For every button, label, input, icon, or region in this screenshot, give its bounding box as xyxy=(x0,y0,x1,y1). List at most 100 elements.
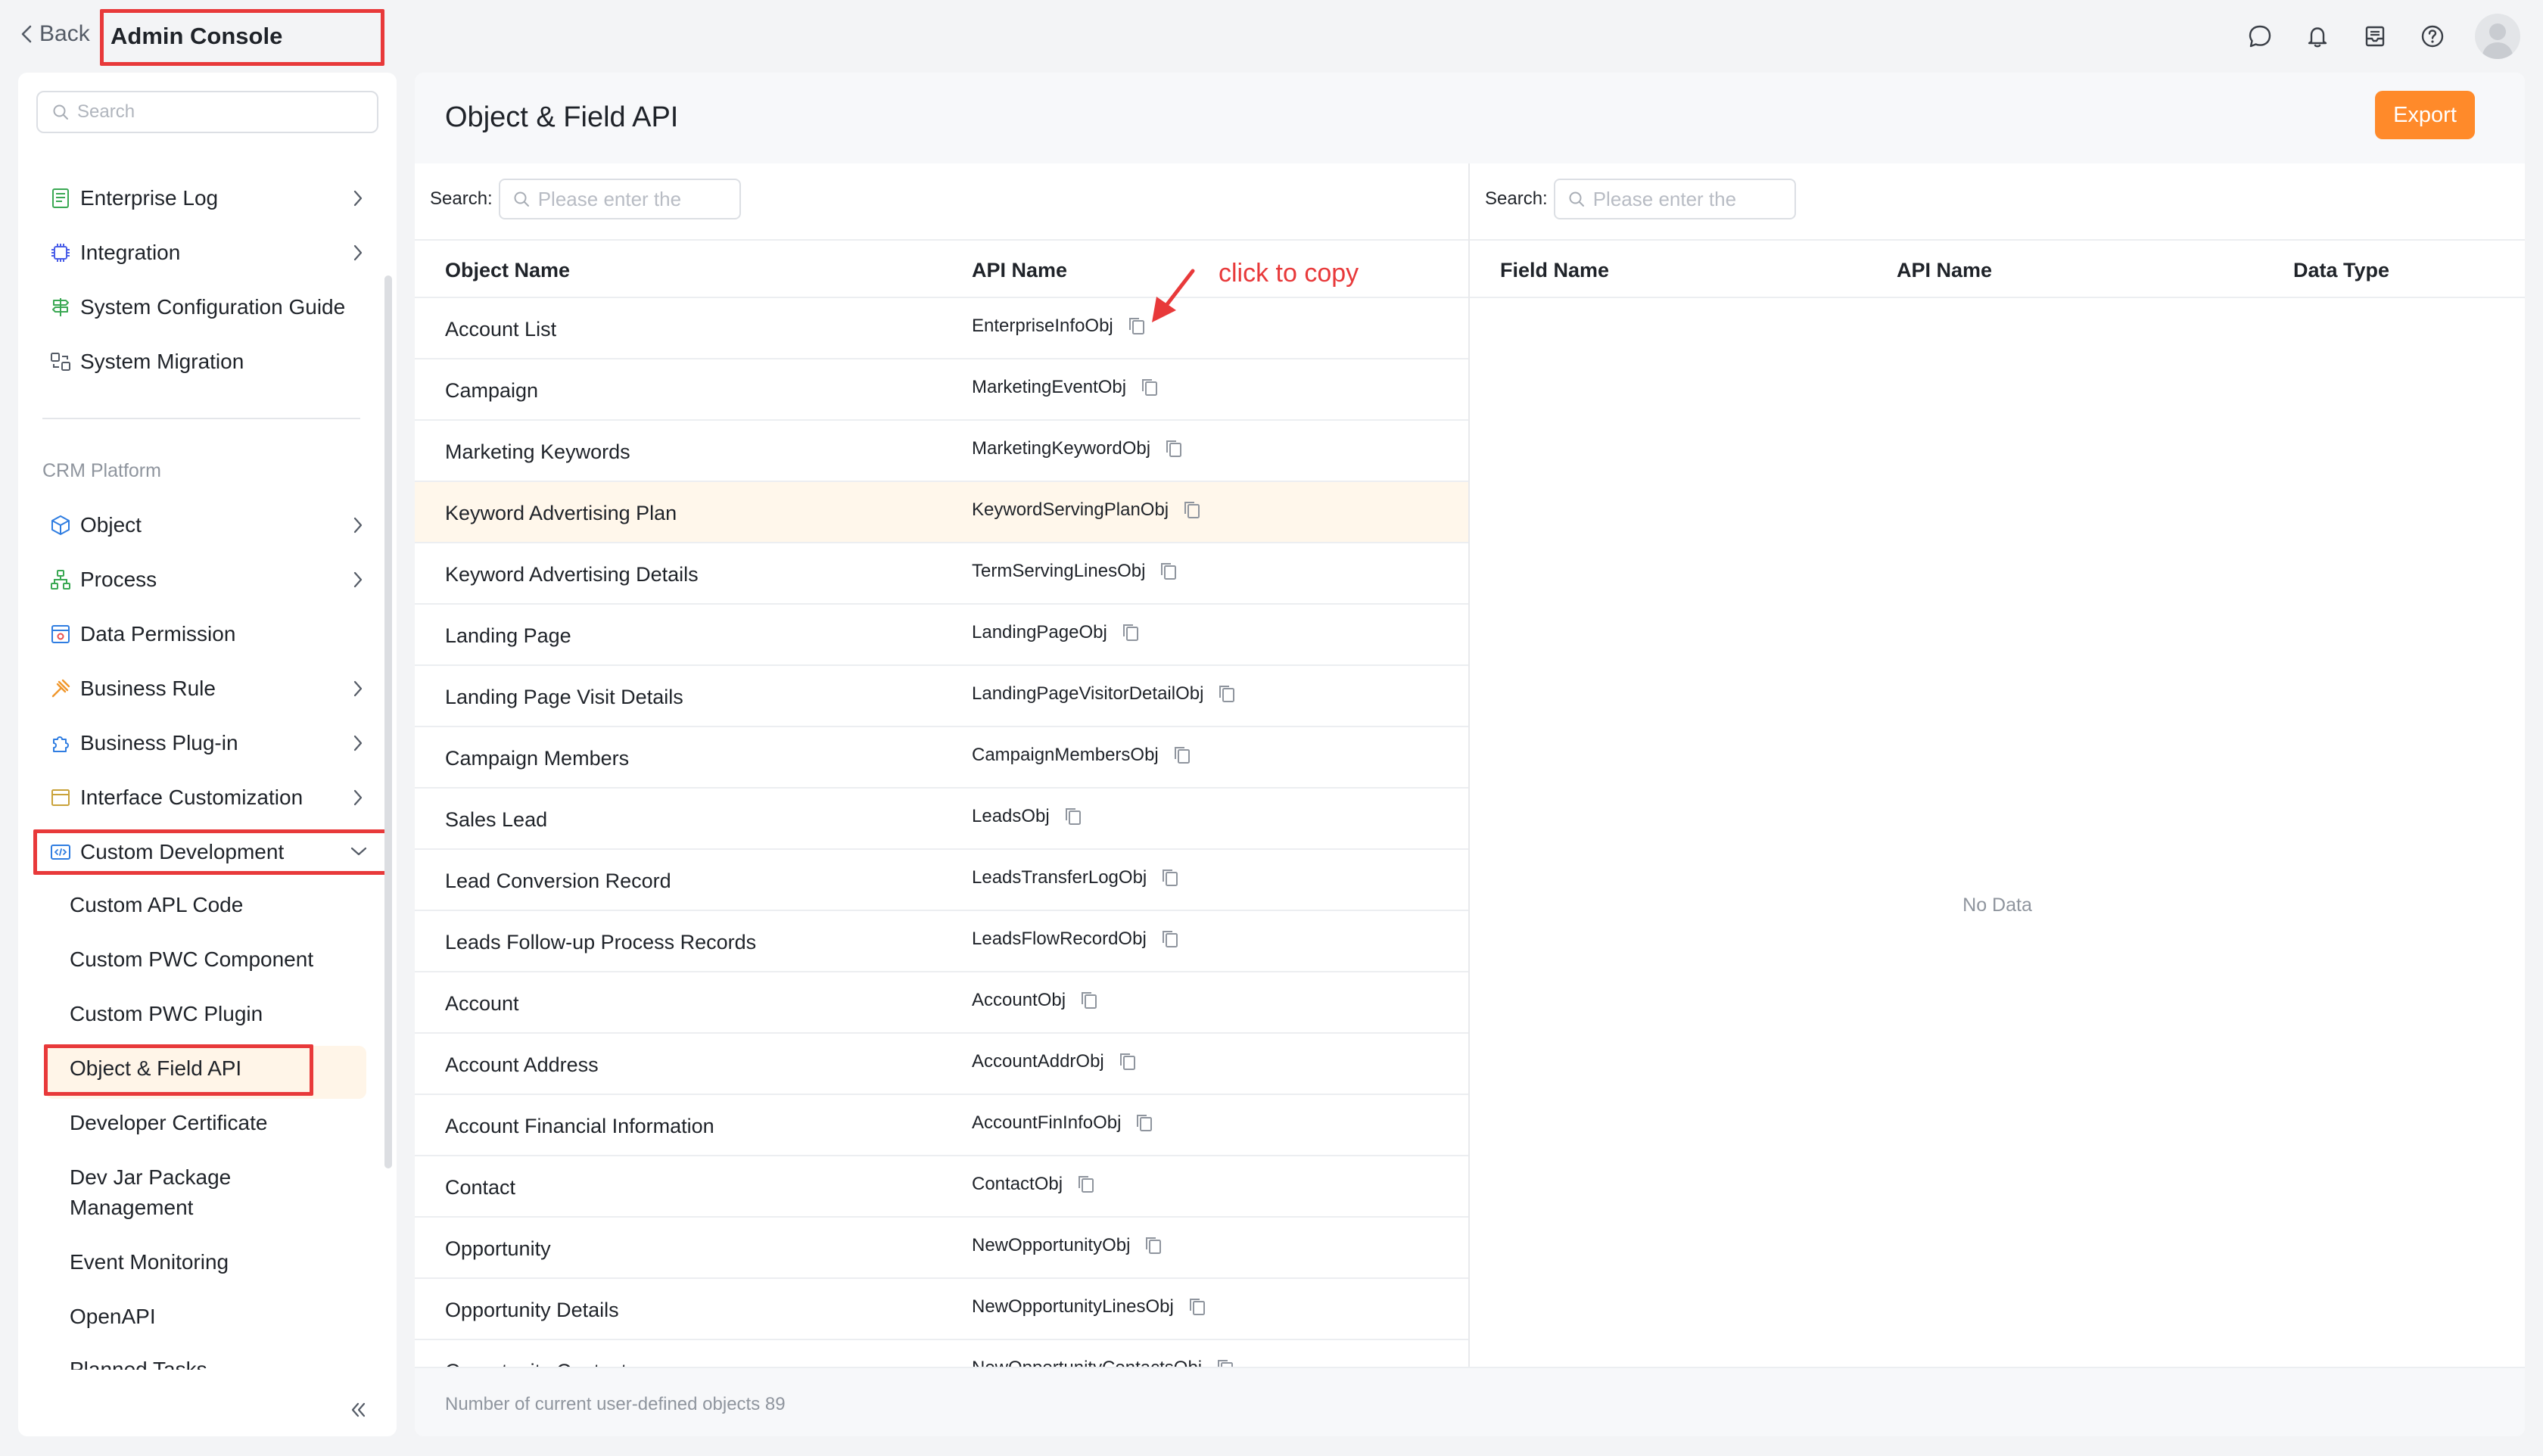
object-name-cell: Account Address xyxy=(445,1053,599,1076)
api-name-cell: LeadsTransferLogObj xyxy=(972,866,1181,889)
bell-icon[interactable] xyxy=(2302,21,2333,51)
collapse-sidebar-icon[interactable] xyxy=(347,1398,369,1421)
user-avatar[interactable] xyxy=(2475,14,2520,59)
table-row[interactable]: Leads Follow-up Process Records LeadsFlow… xyxy=(415,911,1468,972)
sidebar-item-label: Business Rule xyxy=(80,677,216,700)
copy-icon[interactable] xyxy=(1119,621,1142,644)
object-name-cell: Marketing Keywords xyxy=(445,440,630,463)
sub-item-planned-tasks[interactable]: Planned Tasks xyxy=(70,1355,357,1370)
copy-icon[interactable] xyxy=(1138,376,1161,399)
help-icon[interactable] xyxy=(2417,21,2448,51)
table-row[interactable]: Opportunity NewOpportunityObj xyxy=(415,1218,1468,1279)
table-row[interactable]: Campaign Members CampaignMembersObj xyxy=(415,727,1468,789)
copy-icon[interactable] xyxy=(1171,744,1194,767)
object-search-input[interactable]: Please enter the xyxy=(498,179,741,219)
main-panel: Object & Field API Export Search: Please… xyxy=(415,73,2525,1436)
sidebar-item-enterprise-log[interactable]: Enterprise Log xyxy=(48,179,381,218)
back-button[interactable]: Back xyxy=(20,21,90,47)
column-header-data-type[interactable]: Data Type xyxy=(2293,259,2389,282)
sub-item-event-monitoring[interactable]: Event Monitoring xyxy=(70,1247,357,1277)
sidebar-search-input[interactable]: Search xyxy=(36,91,378,133)
table-row[interactable]: Marketing Keywords MarketingKeywordObj xyxy=(415,421,1468,482)
sub-item-custom-pwc-component[interactable]: Custom PWC Component xyxy=(70,944,357,975)
sidebar-item-data-permission[interactable]: Data Permission xyxy=(48,614,381,654)
plugin-icon xyxy=(48,731,73,755)
table-row[interactable]: Campaign MarketingEventObj xyxy=(415,359,1468,421)
object-name-cell: Landing Page Visit Details xyxy=(445,686,683,708)
object-search-placeholder: Please enter the xyxy=(537,187,682,210)
copy-icon[interactable] xyxy=(1214,1357,1237,1367)
sub-item-custom-apl-code[interactable]: Custom APL Code xyxy=(70,890,357,920)
chat-icon[interactable] xyxy=(2245,21,2275,51)
api-name-cell: CampaignMembersObj xyxy=(972,744,1194,767)
column-header-object-name[interactable]: Object Name xyxy=(445,259,570,282)
table-row[interactable]: Account List EnterpriseInfoObj xyxy=(415,298,1468,359)
copy-icon[interactable] xyxy=(1125,315,1148,338)
copy-icon[interactable] xyxy=(1159,928,1181,950)
sidebar-item-label: System Migration xyxy=(80,350,244,373)
copy-icon[interactable] xyxy=(1116,1050,1139,1073)
table-row[interactable]: Landing Page LandingPageObj xyxy=(415,605,1468,666)
sidebar-item-system-migration[interactable]: System Migration xyxy=(48,342,381,381)
copy-icon[interactable] xyxy=(1133,1112,1156,1134)
table-row[interactable]: Lead Conversion Record LeadsTransferLogOb… xyxy=(415,850,1468,911)
sub-item-custom-pwc-plugin[interactable]: Custom PWC Plugin xyxy=(70,999,357,1029)
table-row[interactable]: Opportunity Contact NewOpportunityContact… xyxy=(415,1340,1468,1367)
api-name-cell: TermServingLinesObj xyxy=(972,560,1180,583)
annotation-click-to-copy: click to copy xyxy=(1219,259,1359,288)
copy-icon[interactable] xyxy=(1159,866,1181,889)
sidebar-item-process[interactable]: Process xyxy=(48,560,381,599)
object-icon xyxy=(48,513,73,537)
copy-icon[interactable] xyxy=(1078,989,1100,1012)
export-button[interactable]: Export xyxy=(2375,91,2475,139)
copy-icon[interactable] xyxy=(1163,437,1185,460)
chevron-right-icon xyxy=(353,244,363,262)
sub-item-dev-jar-package-management[interactable]: Dev Jar Package Management xyxy=(70,1162,297,1223)
table-row[interactable]: Keyword Advertising Plan KeywordServingPl… xyxy=(415,482,1468,543)
sub-item-developer-certificate[interactable]: Developer Certificate xyxy=(70,1108,357,1138)
api-name-text: TermServingLinesObj xyxy=(972,561,1146,581)
inbox-icon[interactable] xyxy=(2360,21,2390,51)
table-row[interactable]: Keyword Advertising Details TermServingLi… xyxy=(415,543,1468,605)
sidebar-item-system-configuration-guide[interactable]: System Configuration Guide xyxy=(48,288,381,327)
object-name-cell: Account Financial Information xyxy=(445,1115,714,1137)
copy-icon[interactable] xyxy=(1062,805,1085,828)
column-header-field-name[interactable]: Field Name xyxy=(1500,259,1609,282)
object-name-cell: Sales Lead xyxy=(445,808,548,831)
api-name-text: AccountFinInfoObj xyxy=(972,1112,1122,1133)
column-header-api-name[interactable]: API Name xyxy=(972,259,1067,282)
annotation-arrow-icon xyxy=(1146,266,1199,327)
interface-icon xyxy=(48,786,73,810)
sidebar-item-interface-customization[interactable]: Interface Customization xyxy=(48,778,381,817)
api-name-cell: AccountFinInfoObj xyxy=(972,1112,1156,1134)
sidebar-item-business-rule[interactable]: Business Rule xyxy=(48,669,381,708)
back-label: Back xyxy=(39,21,90,46)
api-name-cell: LandingPageObj xyxy=(972,621,1142,644)
table-row[interactable]: Account AccountObj xyxy=(415,972,1468,1034)
sidebar-item-integration[interactable]: Integration xyxy=(48,233,381,272)
table-row[interactable]: Opportunity Details NewOpportunityLinesOb… xyxy=(415,1279,1468,1340)
table-row[interactable]: Account Financial Information AccountFinI… xyxy=(415,1095,1468,1156)
copy-icon[interactable] xyxy=(1075,1173,1097,1196)
field-search-input[interactable]: Please enter the xyxy=(1553,179,1796,219)
sidebar-item-business-plugin[interactable]: Business Plug-in xyxy=(48,723,381,763)
table-row[interactable]: Contact ContactObj xyxy=(415,1156,1468,1218)
api-name-text: CampaignMembersObj xyxy=(972,745,1159,765)
object-count-text: Number of current user-defined objects 8… xyxy=(445,1394,786,1414)
copy-icon[interactable] xyxy=(1215,683,1238,705)
copy-icon[interactable] xyxy=(1186,1296,1209,1318)
chevron-right-icon xyxy=(353,516,363,534)
copy-icon[interactable] xyxy=(1181,499,1203,521)
copy-icon[interactable] xyxy=(1157,560,1180,583)
sidebar-scrollbar[interactable] xyxy=(384,275,392,1168)
table-row[interactable]: Sales Lead LeadsObj xyxy=(415,789,1468,850)
table-row[interactable]: Account Address AccountAddrObj xyxy=(415,1034,1468,1095)
api-name-cell: AccountObj xyxy=(972,989,1100,1012)
table-row[interactable]: Landing Page Visit Details LandingPageVis… xyxy=(415,666,1468,727)
chevron-right-icon xyxy=(353,189,363,207)
copy-icon[interactable] xyxy=(1142,1234,1165,1257)
sub-item-openapi[interactable]: OpenAPI xyxy=(70,1302,357,1332)
sidebar: Search Enterprise Log Integration System… xyxy=(18,73,397,1436)
sidebar-item-object[interactable]: Object xyxy=(48,506,381,545)
column-header-field-api-name[interactable]: API Name xyxy=(1897,259,1992,282)
